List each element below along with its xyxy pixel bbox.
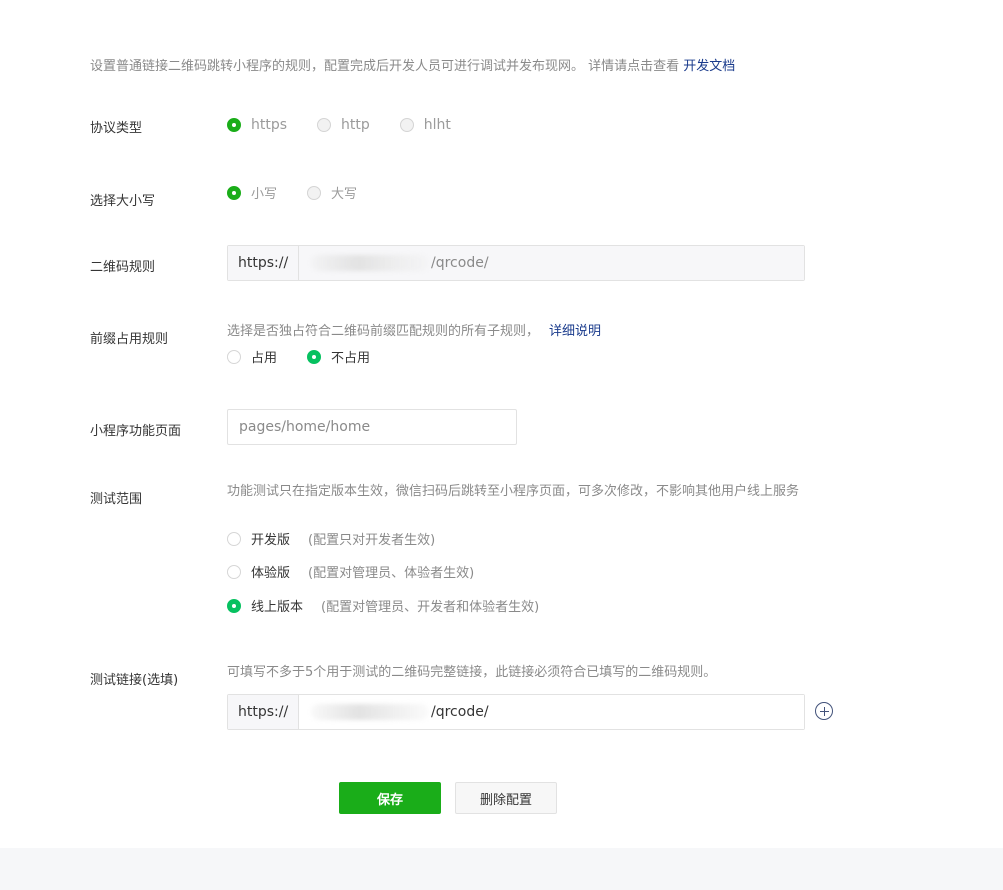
prefix-rule-desc-line: 选择是否独占符合二维码前缀匹配规则的所有子规则， 详细说明 [227,320,601,343]
prefix-option-not-occupy[interactable]: 不占用 [307,347,370,366]
scope-option-hint: (配置对管理员、开发者和体验者生效) [321,600,540,615]
protocol-option-https[interactable]: https [227,117,287,133]
qr-rule-label: 二维码规则 [90,260,156,275]
radio-unchecked-icon [307,185,322,200]
test-link-suffix: /qrcode/ [431,704,489,720]
protocol-option-label: https [251,117,288,133]
case-label: 选择大小写 [90,194,156,209]
protocol-radio-group: https http hlht [227,117,481,133]
test-scope-label: 测试范围 [90,492,143,507]
add-link-icon[interactable] [815,702,833,720]
case-option-label: 小写 [251,187,278,202]
test-link-prefix: https:// [228,695,299,729]
prefix-rule-description: 选择是否独占符合二维码前缀匹配规则的所有子规则， [227,324,540,339]
protocol-label: 协议类型 [90,121,143,136]
protocol-option-label: hlht [423,117,451,133]
redacted-domain [311,255,429,271]
scope-option-hint: (配置只对开发者生效) [308,533,436,548]
radio-checked-icon [307,349,322,364]
footer-area [0,848,1003,890]
case-radio-group: 小写 大写 [227,183,387,202]
radio-unchecked-icon [317,118,332,132]
radio-checked-icon [227,598,241,613]
radio-unchecked-icon [227,564,241,579]
protocol-option-hlht[interactable]: hlht [399,117,451,133]
prefix-option-label: 占用 [251,351,278,366]
prefix-option-label: 不占用 [331,351,371,366]
test-link-field[interactable]: https:// /qrcode/ [227,694,805,730]
scope-option-release-row: 线上版本 (配置对管理员、开发者和体验者生效) [227,596,539,615]
scope-option-dev-row: 开发版 (配置只对开发者生效) [227,529,435,548]
scope-option-hint: (配置对管理员、体验者生效) [308,566,475,581]
qr-rule-suffix: /qrcode/ [431,255,489,271]
case-option-upper[interactable]: 大写 [307,183,357,202]
radio-checked-icon [227,118,241,132]
protocol-option-http[interactable]: http [317,117,370,133]
scope-option-dev[interactable]: 开发版 (配置只对开发者生效) [227,529,435,548]
test-scope-description: 功能测试只在指定版本生效，微信扫码后跳转至小程序页面，可多次修改，不影响其他用户… [227,484,800,499]
test-link-value[interactable]: /qrcode/ [299,695,804,729]
radio-checked-icon [227,185,241,200]
qr-rule-prefix: https:// [228,246,299,280]
scope-option-trial[interactable]: 体验版 (配置对管理员、体验者生效) [227,562,474,581]
details-link[interactable]: 详细说明 [549,324,601,339]
prefix-rule-radio-group: 占用 不占用 [227,347,400,366]
qr-rule-field[interactable]: https:// /qrcode/ [227,245,805,281]
qr-rule-value[interactable]: /qrcode/ [299,246,804,280]
intro-description: 设置普通链接二维码跳转小程序的规则，配置完成后开发人员可进行调试并发布现网。 详… [90,59,680,74]
dev-docs-link[interactable]: 开发文档 [683,59,735,74]
redacted-domain [311,704,429,720]
scope-option-label: 线上版本 [251,600,304,615]
radio-unchecked-icon [399,118,414,132]
scope-option-trial-row: 体验版 (配置对管理员、体验者生效) [227,562,474,581]
test-link-description: 可填写不多于5个用于测试的二维码完整链接，此链接必须符合已填写的二维码规则。 [227,665,717,680]
page-label: 小程序功能页面 [90,424,182,439]
radio-unchecked-icon [227,531,241,546]
radio-unchecked-icon [227,349,241,364]
save-button[interactable]: 保存 [339,782,441,814]
scope-option-label: 体验版 [251,566,291,581]
page-path-input[interactable] [227,409,517,445]
intro-text: 设置普通链接二维码跳转小程序的规则，配置完成后开发人员可进行调试并发布现网。 详… [90,55,735,74]
case-option-lower[interactable]: 小写 [227,183,277,202]
prefix-option-occupy[interactable]: 占用 [227,347,277,366]
scope-option-release[interactable]: 线上版本 (配置对管理员、开发者和体验者生效) [227,596,539,615]
scope-option-label: 开发版 [251,533,291,548]
prefix-rule-label: 前缀占用规则 [90,332,169,347]
protocol-option-label: http [341,117,370,133]
case-option-label: 大写 [331,187,358,202]
test-link-label: 测试链接(选填) [90,673,179,688]
delete-config-button[interactable]: 删除配置 [455,782,557,814]
